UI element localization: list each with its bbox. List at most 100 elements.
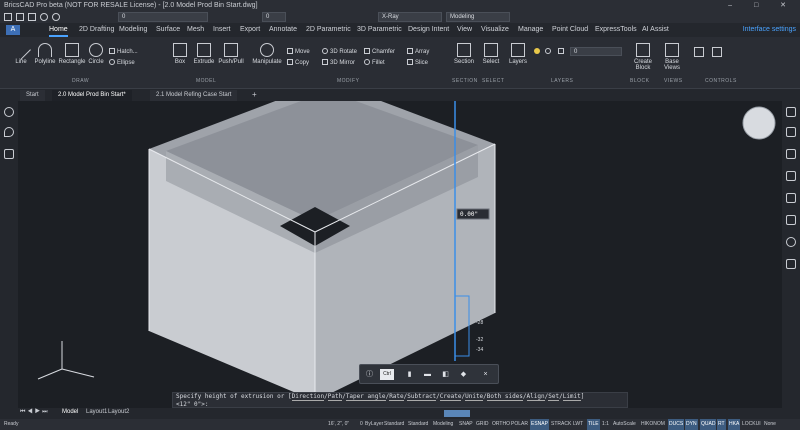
layers-panel-icon[interactable] [786, 127, 796, 137]
maximize-button[interactable]: □ [754, 2, 768, 9]
ellipse-button[interactable]: Ellipse [109, 59, 135, 66]
color-dropdown[interactable]: 0 [262, 12, 286, 22]
hatch-button[interactable]: Hatch... [109, 48, 138, 55]
cloud-icon[interactable] [786, 259, 796, 269]
minimize-button[interactable]: – [728, 2, 742, 9]
toggle-grid[interactable]: GRID [475, 419, 490, 430]
tab-2d-drafting[interactable]: 2D Drafting [79, 25, 114, 35]
ctrl-toggle-button[interactable]: Ctrl [380, 369, 394, 380]
box-button[interactable]: Box [170, 43, 190, 65]
save-file-icon[interactable] [28, 13, 36, 21]
opt-set[interactable]: Set [548, 393, 560, 401]
horizontal-scrollbar[interactable] [444, 410, 470, 417]
circle-button[interactable]: Circle [86, 43, 106, 65]
opt-limit[interactable]: Limit [562, 393, 581, 401]
layer-dropdown[interactable]: 0 [118, 12, 208, 22]
tab-view[interactable]: View [457, 25, 472, 35]
3d-rotate-button[interactable]: 3D Rotate [322, 48, 357, 55]
toggle-snap[interactable]: SNAP [458, 419, 474, 430]
tab-home[interactable]: Home [49, 25, 68, 37]
doc-tab-start[interactable]: Start [20, 90, 45, 101]
doc-tab-refing-case[interactable]: 2.1 Model Refing Case Start [150, 90, 238, 101]
drawing-viewport[interactable]: 0.00" -28 -32 -34 [18, 101, 782, 408]
render-icon[interactable] [786, 237, 796, 247]
toggle-polar[interactable]: POLAR [510, 419, 529, 430]
toggle-autoscale[interactable]: AutoScale [612, 419, 637, 430]
opt-both-sides[interactable]: Both sides [486, 393, 523, 401]
opt-direction[interactable]: Direction [291, 393, 325, 401]
3d-mirror-button[interactable]: 3D Mirror [322, 59, 355, 66]
doc-tab-bin-start[interactable]: 2.0 Model Prod Bin Start* [52, 90, 132, 101]
close-toolbar-button[interactable]: × [480, 369, 491, 380]
view-cube[interactable] [742, 106, 776, 140]
toggle-hikonom[interactable]: HIKONOM [640, 419, 666, 430]
lightbulb-panel-icon[interactable] [4, 127, 14, 137]
chamfer-button[interactable]: Chamfer [364, 48, 395, 55]
tab-surface[interactable]: Surface [156, 25, 180, 35]
toggle-tile[interactable]: TILE [587, 419, 600, 430]
opt-rate[interactable]: Rate [389, 393, 404, 401]
status-workspace[interactable]: Modeling [432, 419, 454, 430]
toggle-lockui[interactable]: LOCKUI [741, 419, 762, 430]
tab-design-intent[interactable]: Design Intent [408, 25, 449, 35]
properties-icon[interactable] [786, 107, 796, 117]
status-none[interactable]: None [763, 419, 777, 430]
toggle-rt[interactable]: RT [717, 419, 726, 430]
components-icon[interactable] [786, 171, 796, 181]
new-tab-button[interactable]: + [252, 90, 257, 100]
structure-icon[interactable] [4, 149, 14, 159]
toggle-ortho[interactable]: ORTHO [491, 419, 511, 430]
array-button[interactable]: Array [407, 48, 429, 55]
new-file-icon[interactable] [4, 13, 12, 21]
command-line[interactable]: Specify height of extrusion or [Directio… [172, 392, 628, 408]
toggle-esnap[interactable]: ESNAP [530, 419, 549, 430]
close-window-button[interactable]: ✕ [780, 2, 796, 9]
library-icon[interactable] [786, 149, 796, 159]
opt-path[interactable]: Path [327, 393, 343, 401]
tab-modeling[interactable]: Modeling [119, 25, 147, 35]
lock-icon[interactable] [558, 48, 564, 54]
toggle-strack[interactable]: STRACK [550, 419, 572, 430]
polyline-button[interactable]: Polyline [33, 43, 57, 65]
sheet-icon[interactable] [786, 215, 796, 225]
toggle-dyn[interactable]: DYN [685, 419, 698, 430]
move-button[interactable]: Move [287, 48, 310, 55]
controls-icon[interactable] [694, 47, 704, 57]
tab-insert[interactable]: Insert [213, 25, 231, 35]
base-views-button[interactable]: Base Views [659, 43, 685, 71]
dash-option-icon[interactable]: ▬ [422, 369, 433, 380]
tab-mesh[interactable]: Mesh [187, 25, 204, 35]
layout-tab-layout2[interactable]: Layout2 [108, 409, 129, 415]
tab-manage[interactable]: Manage [518, 25, 543, 35]
opt-taper-angle[interactable]: Taper angle [345, 393, 386, 401]
section-button[interactable]: Section [452, 43, 476, 65]
tab-visualize[interactable]: Visualize [481, 25, 509, 35]
app-menu-button[interactable]: A [6, 25, 20, 35]
copy-button[interactable]: Copy [287, 59, 309, 66]
interface-settings-button[interactable]: Interface settings [743, 25, 796, 35]
status-linetype[interactable]: ByLayer [364, 419, 384, 430]
select-button[interactable]: Select [480, 43, 502, 65]
redo-icon[interactable] [52, 13, 60, 21]
opt-align[interactable]: Align [526, 393, 545, 401]
extrude-option-icon[interactable]: ▮ [404, 369, 415, 380]
shape-option-icon[interactable]: ◆ [458, 369, 469, 380]
sun-icon[interactable] [545, 48, 551, 54]
extrude-button[interactable]: Extrude [192, 43, 216, 65]
undo-icon[interactable] [40, 13, 48, 21]
create-block-button[interactable]: Create Block [628, 43, 658, 71]
tab-3d-parametric[interactable]: 3D Parametric [357, 25, 402, 35]
tab-2d-parametric[interactable]: 2D Parametric [306, 25, 351, 35]
rectangle-button[interactable]: Rectangle [58, 43, 86, 65]
opt-subtract[interactable]: Subtract [407, 393, 437, 401]
manipulate-button[interactable]: Manipulate [250, 43, 284, 65]
dimension-value[interactable]: 0.00" [460, 211, 478, 218]
tab-expresstools[interactable]: ExpressTools [595, 25, 637, 35]
annotation-scale[interactable]: 1:1 [601, 419, 610, 430]
tab-annotate[interactable]: Annotate [269, 25, 297, 35]
toggle-hka[interactable]: HKA [728, 419, 741, 430]
slice-button[interactable]: Slice [407, 59, 428, 66]
status-dimstyle[interactable]: Standard [407, 419, 429, 430]
workspace-dropdown[interactable]: Modeling [446, 12, 510, 22]
info-icon[interactable]: ⓘ [364, 369, 375, 380]
